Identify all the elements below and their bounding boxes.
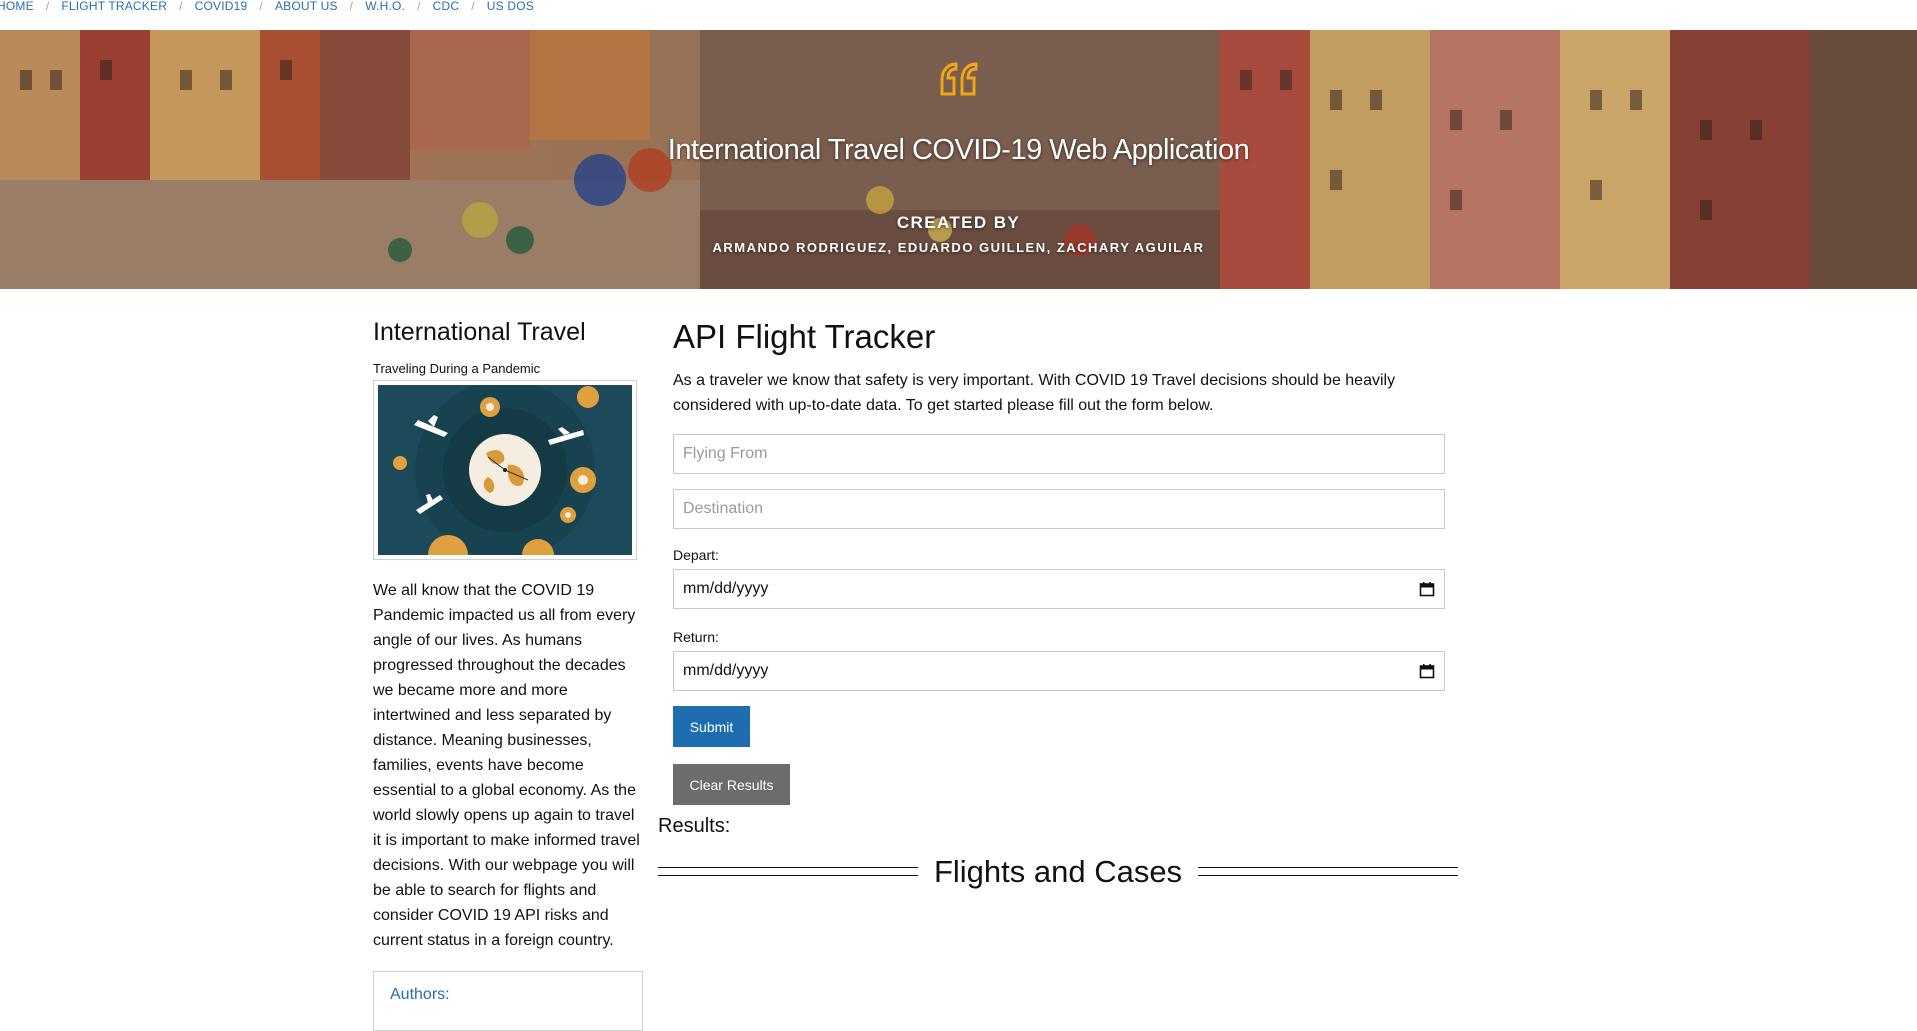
hero-title: International Travel COVID-19 Web Applic… [667,134,1250,166]
nav-cdc[interactable]: CDC [433,0,460,12]
destination-placeholder: Destination [683,500,764,517]
destination-input[interactable]: Destination [673,489,1445,529]
sidebar: International Travel Traveling During a … [373,318,643,1031]
nav-separator: / [259,0,263,13]
flights-and-cases-heading: Flights and Cases [658,852,1458,892]
hero-authors: ARMANDO RODRIGUEZ, EDUARDO GUILLEN, ZACH… [712,240,1205,255]
flying-from-input[interactable]: Flying From [673,434,1445,474]
nav-separator: / [179,0,183,13]
nav-home[interactable]: HOME [0,0,34,12]
nav-separator: / [349,0,354,13]
nav-flight-tracker[interactable]: FLIGHT TRACKER [61,0,167,12]
clear-results-button[interactable]: Clear Results [673,764,790,805]
sidebar-image-frame [373,380,637,560]
flying-from-placeholder: Flying From [683,445,768,462]
sidebar-heading: International Travel [373,318,586,346]
hero-banner: International Travel COVID-19 Web Applic… [0,30,1917,289]
flight-tracker-form: API Flight Tracker As a traveler we know… [673,318,1445,805]
authors-box: Authors: [373,971,643,1031]
calendar-icon[interactable] [1419,581,1435,597]
page-title: API Flight Tracker [673,318,936,355]
authors-link[interactable]: Authors: [390,986,450,1003]
results-label: Results: [658,815,731,837]
hero-created-by: CREATED BY [896,213,1021,232]
nav-who[interactable]: W.H.O. [365,0,405,12]
return-date-input[interactable]: mm/dd/yyyy [673,651,1445,691]
nav-about-us[interactable]: ABOUT US [275,0,338,12]
globe-airplanes-virus-illustration [378,385,632,555]
intro-text: As a traveler we know that safety is ver… [673,372,1396,414]
submit-button[interactable]: Submit [673,706,750,747]
nav-separator: / [471,0,475,13]
nav-us-dos[interactable]: US DOS [487,0,534,12]
return-label: Return: [673,629,719,645]
nav-separator: / [417,0,421,13]
sidebar-subtitle: Traveling During a Pandemic [373,361,541,376]
nav-covid19[interactable]: COVID19 [195,0,248,12]
heading-divider-right [1198,865,1458,879]
depart-date-value: mm/dd/yyyy [683,580,769,597]
depart-date-input[interactable]: mm/dd/yyyy [673,569,1445,609]
sidebar-body: We all know that the COVID 19 Pandemic i… [373,582,640,949]
depart-label: Depart: [673,547,719,563]
top-nav: HOME / FLIGHT TRACKER / COVID19 / ABOUT … [0,0,1917,30]
calendar-icon[interactable] [1419,663,1435,679]
nav-separator: / [45,0,50,13]
heading-divider-left [658,865,918,879]
return-date-value: mm/dd/yyyy [683,662,769,679]
quote-icon [940,62,978,96]
flights-and-cases-title: Flights and Cases [933,854,1183,889]
